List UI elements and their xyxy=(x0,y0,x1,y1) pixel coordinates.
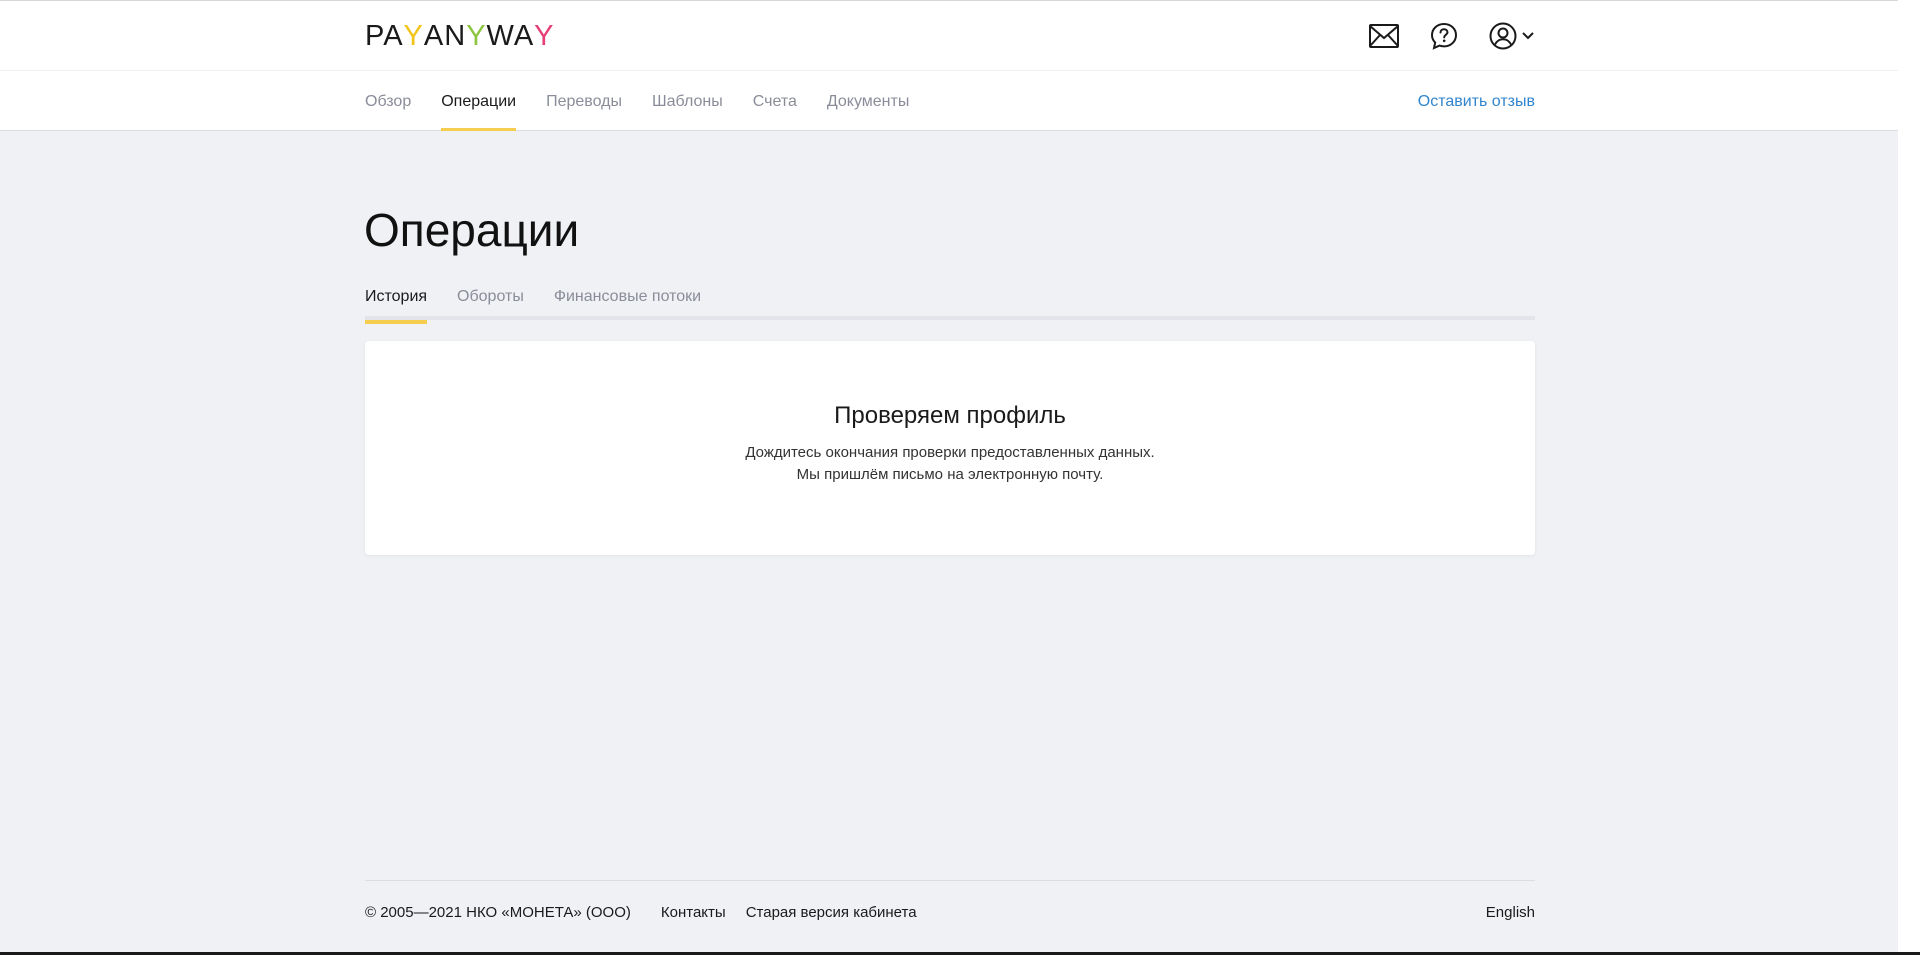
logo-part: WA xyxy=(486,20,535,52)
logo-part: Y xyxy=(403,20,424,52)
site-header: PA Y AN Y WA Y Обзор Операции Переводы Ш… xyxy=(0,1,1898,131)
page-title: Операции xyxy=(364,204,580,256)
logo-part: PA xyxy=(365,20,404,52)
language-switch[interactable]: English xyxy=(1486,902,1535,924)
logo-part: Y xyxy=(534,20,555,52)
feedback-link[interactable]: Оставить отзыв xyxy=(1418,71,1535,131)
operations-tabs: История Обороты Финансовые потоки xyxy=(365,282,1535,324)
logo-part: AN xyxy=(423,20,467,52)
header-top-bar: PA Y AN Y WA Y xyxy=(0,1,1898,71)
card-text-line: Дождитесь окончания проверки предоставле… xyxy=(745,444,1155,461)
tab-cash-flows[interactable]: Финансовые потоки xyxy=(554,282,701,320)
chevron-down-icon xyxy=(1522,32,1534,40)
card-title: Проверяем профиль xyxy=(834,402,1066,429)
nav-item-templates[interactable]: Шаблоны xyxy=(652,71,723,131)
mail-icon xyxy=(1369,24,1399,48)
nav-item-operations[interactable]: Операции xyxy=(441,71,516,131)
nav-item-overview[interactable]: Обзор xyxy=(365,71,411,131)
profile-check-card: Проверяем профиль Дождитесь окончания пр… xyxy=(365,341,1535,555)
page: PA Y AN Y WA Y Обзор Операции Переводы Ш… xyxy=(0,0,1898,952)
tab-turnovers[interactable]: Обороты xyxy=(457,282,524,320)
card-text-line: Мы пришлём письмо на электронную почту. xyxy=(796,466,1104,483)
logo-part: Y xyxy=(466,20,487,52)
footer-link-old-version[interactable]: Старая версия кабинета xyxy=(746,902,917,924)
main-nav: Обзор Операции Переводы Шаблоны Счета До… xyxy=(365,71,939,131)
site-footer: © 2005—2021 НКО «МОНЕТА» (ООО) Контакты … xyxy=(365,880,1535,921)
nav-item-transfers[interactable]: Переводы xyxy=(546,71,622,131)
tab-history[interactable]: История xyxy=(365,282,428,324)
user-menu-button[interactable] xyxy=(1486,20,1538,52)
help-button[interactable] xyxy=(1428,20,1460,52)
nav-item-documents[interactable]: Документы xyxy=(827,71,909,131)
user-icon xyxy=(1489,22,1517,50)
payanyway-logo[interactable]: PA Y AN Y WA Y xyxy=(365,19,555,53)
nav-item-accounts[interactable]: Счета xyxy=(753,71,797,131)
scrollbar-gutter xyxy=(1898,0,1920,952)
mail-button[interactable] xyxy=(1368,20,1400,52)
footer-link-contacts[interactable]: Контакты xyxy=(661,902,726,924)
help-icon xyxy=(1430,22,1458,50)
footer-row: © 2005—2021 НКО «МОНЕТА» (ООО) Контакты … xyxy=(365,902,1535,924)
copyright-text: © 2005—2021 НКО «МОНЕТА» (ООО) xyxy=(365,904,631,921)
